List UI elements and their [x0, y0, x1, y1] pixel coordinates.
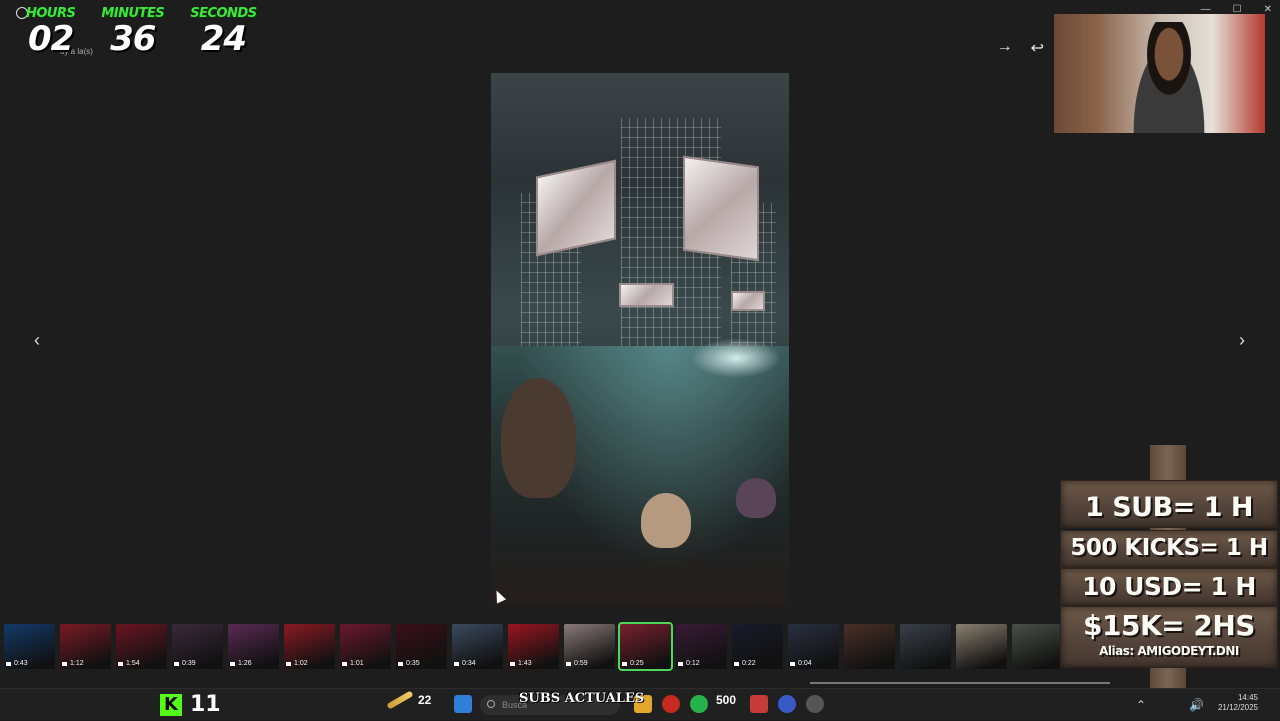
- viewer-toolbar: → ↩: [997, 38, 1044, 58]
- video-icon: [790, 662, 795, 666]
- video-icon: [174, 662, 179, 666]
- kicks-count: 500: [716, 693, 737, 707]
- brave-icon[interactable]: [662, 695, 680, 713]
- settings-app-icon[interactable]: [778, 695, 796, 713]
- subathon-timer: HOURS 02 MINUTES 36 SECONDS 24: [26, 6, 257, 57]
- thumbnail[interactable]: 1:02: [284, 624, 335, 669]
- thumbnail[interactable]: 0:43: [4, 624, 55, 669]
- goal-sign: 1 SUB= 1 H 500 KICKS= 1 H 10 USD= 1 H $1…: [1058, 445, 1280, 720]
- thumbnail[interactable]: [956, 624, 1007, 669]
- video-icon: [62, 662, 67, 666]
- goal-alias: Alias: AMIGODEYT.DNI: [1099, 644, 1239, 658]
- video-icon: [6, 662, 11, 666]
- kick-logo-icon: K: [160, 693, 182, 716]
- webcam-overlay: [1054, 14, 1265, 133]
- thumbnail[interactable]: 0:35: [396, 624, 447, 669]
- thumbnail-duration: 1:54: [126, 660, 140, 667]
- kick-count: 11: [190, 692, 221, 717]
- thumbnail-strip: 0:43 1:12 1:54 0:39 1:26 1:02 1:01 0:35 0:34 1:43…: [4, 622, 1063, 671]
- thumbnail[interactable]: 0:04: [788, 624, 839, 669]
- video-icon: [118, 662, 123, 666]
- video-icon: [510, 662, 515, 666]
- video-icon: [678, 662, 683, 666]
- search-icon: [487, 700, 495, 708]
- timer-seconds: SECONDS 24: [190, 6, 257, 59]
- thumbnail-duration: 1:43: [518, 660, 532, 667]
- reply-icon[interactable]: ↩: [1031, 38, 1044, 58]
- timer-hours: HOURS 02: [26, 6, 76, 59]
- concert-photo: [491, 73, 789, 606]
- thumbnail[interactable]: 0:34: [452, 624, 503, 669]
- video-icon: [566, 662, 571, 666]
- timer-minutes: MINUTES 36: [101, 6, 164, 57]
- clock-time: 14:45: [1237, 693, 1258, 702]
- thumbnail[interactable]: [900, 624, 951, 669]
- thumbnail[interactable]: 0:59: [564, 624, 615, 669]
- app-icon[interactable]: [750, 695, 768, 713]
- thumbnail-duration: 0:25: [630, 660, 644, 667]
- thumbnail-duration: 0:34: [462, 660, 476, 667]
- thumbnail-duration: 0:35: [406, 660, 420, 667]
- video-icon: [286, 662, 291, 666]
- goal-kicks: 500 KICKS= 1 H: [1070, 535, 1268, 561]
- video-icon: [230, 662, 235, 666]
- feather-counter: 22: [386, 690, 432, 710]
- thumbnail-duration: 0:22: [742, 660, 756, 667]
- thumbnail[interactable]: 1:01: [340, 624, 391, 669]
- obs-icon[interactable]: [806, 695, 824, 713]
- thumbnail[interactable]: 0:25: [618, 622, 673, 671]
- video-icon: [342, 662, 347, 666]
- thumbnail-duration: 1:02: [294, 660, 308, 667]
- video-icon: [398, 662, 403, 666]
- thumbnail[interactable]: [1012, 624, 1063, 669]
- streamer-figure: [1124, 22, 1214, 133]
- prev-arrow-icon[interactable]: ‹: [25, 328, 49, 352]
- thumbnail-duration: 0:43: [14, 660, 28, 667]
- thumbnail[interactable]: 1:43: [508, 624, 559, 669]
- windows-start-icon[interactable]: [454, 695, 472, 713]
- whatsapp-icon[interactable]: [690, 695, 708, 713]
- thumbnail-duration: 0:39: [182, 660, 196, 667]
- thumbnail-duration: 1:01: [350, 660, 364, 667]
- thumbnail[interactable]: 0:22: [732, 624, 783, 669]
- forward-icon[interactable]: →: [997, 38, 1013, 58]
- goal-15k: $15K= 2HS: [1083, 609, 1255, 642]
- thumbnail-duration: 1:26: [238, 660, 252, 667]
- thumbnail[interactable]: [844, 624, 895, 669]
- thumbnail[interactable]: 1:12: [60, 624, 111, 669]
- subs-label: SUBS ACTUALES: [519, 691, 645, 706]
- thumbnail-duration: 0:04: [798, 660, 812, 667]
- video-icon: [734, 662, 739, 666]
- thumbnail-duration: 1:12: [70, 660, 84, 667]
- thumbnail[interactable]: 1:54: [116, 624, 167, 669]
- clock-date: 21/12/2025: [1217, 703, 1258, 712]
- kick-counter: K 11: [160, 692, 221, 717]
- goal-sub: 1 SUB= 1 H: [1085, 492, 1253, 523]
- thumbnail-duration: 0:12: [686, 660, 700, 667]
- feather-count: 22: [418, 693, 432, 707]
- video-icon: [454, 662, 459, 666]
- video-icon: [622, 662, 627, 666]
- seconds-value: 24: [200, 19, 247, 59]
- hours-value: 02: [28, 19, 74, 59]
- thumbnail[interactable]: 0:39: [172, 624, 223, 669]
- clock: 14:45 21/12/2025: [1204, 693, 1258, 713]
- thumbnail-duration: 0:59: [574, 660, 588, 667]
- thumbnail[interactable]: 1:26: [228, 624, 279, 669]
- thumbnail[interactable]: 0:12: [676, 624, 727, 669]
- next-arrow-icon[interactable]: ›: [1230, 328, 1254, 352]
- minutes-value: 36: [110, 19, 156, 59]
- goal-usd: 10 USD= 1 H: [1082, 572, 1256, 601]
- feather-icon: [386, 690, 414, 710]
